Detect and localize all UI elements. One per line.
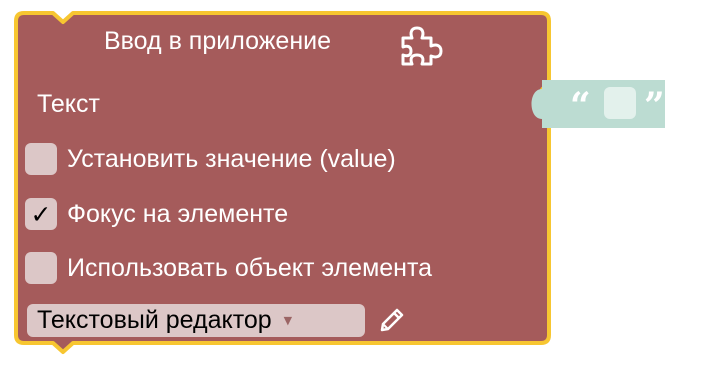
editor-type-dropdown[interactable]: Текстовый редактор ▼ [27,304,365,337]
element-object-label: Использовать объект элемента [67,253,433,282]
option-focus: ✓ Фокус на элементе [25,197,288,231]
dropdown-arrow-icon: ▼ [283,314,293,327]
puzzle-icon [401,26,443,66]
set-value-label: Установить значение (value) [67,144,396,173]
focus-label: Фокус на элементе [67,199,289,228]
dropdown-value: Текстовый редактор [37,306,272,334]
option-set-value: Установить значение (value) [25,142,396,176]
set-value-checkbox[interactable] [25,143,57,175]
pencil-icon[interactable] [378,306,406,334]
focus-checkbox[interactable]: ✓ [25,198,57,230]
text-value-field[interactable] [604,87,636,119]
blockly-workspace: “ ” Ввод в приложение Текст Установить з… [0,0,702,367]
text-input-label: Текст [37,90,100,118]
block-title: Ввод в приложение [104,27,331,55]
option-element-object: Использовать объект элемента [25,251,432,285]
close-quote: ” [644,85,665,127]
open-quote: “ [570,85,591,127]
element-object-checkbox[interactable] [25,252,57,284]
